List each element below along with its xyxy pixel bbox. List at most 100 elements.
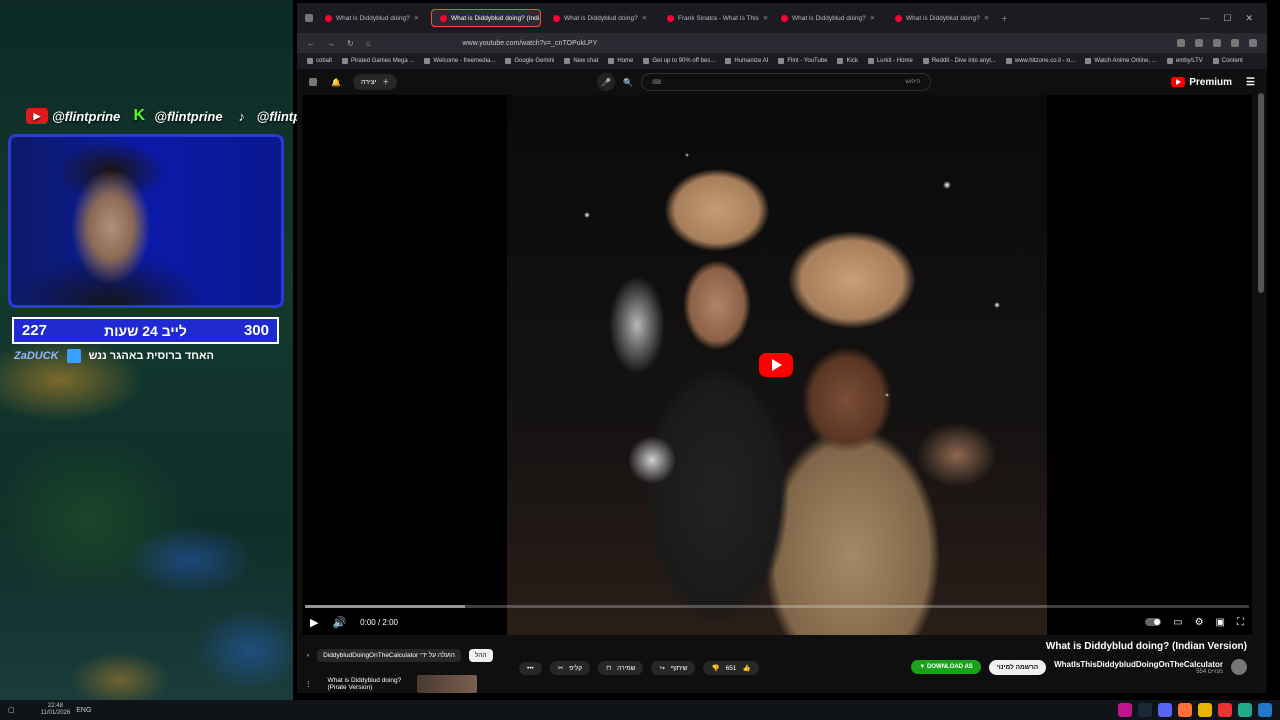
playlist-uploader-chip[interactable]: DiddybludDoingOnTheCalculator הועלה על י… [317, 649, 461, 662]
tab[interactable]: What is Diddyblud doing? ✕ [317, 9, 427, 27]
bookmark-label: Flint - YouTube [787, 58, 828, 64]
bookmark[interactable]: Pirated Games Mega ... [342, 58, 414, 64]
url-field[interactable]: www.youtube.com/watch?v=_cnTOPukLPY [463, 40, 598, 47]
clip-button[interactable]: ✂ קליפ [549, 661, 591, 675]
bookmark[interactable]: Home [608, 58, 633, 64]
bookmark[interactable]: cobalt [307, 58, 332, 64]
search-input[interactable]: ⌨ חיפוש [641, 73, 932, 91]
bookmark[interactable]: Flint - YouTube [778, 58, 827, 64]
bookmark-label: cobalt [316, 58, 333, 64]
bookmark[interactable]: Lurkit - Home [867, 58, 913, 64]
create-button[interactable]: יצירה ＋ [352, 74, 398, 90]
clock[interactable]: 22:48 11/01/2026 [41, 703, 71, 717]
bookmark[interactable]: Humanize AI [725, 58, 768, 64]
scrollbar-thumb[interactable] [1258, 93, 1264, 293]
extension-icon[interactable] [1231, 39, 1239, 47]
steam-icon[interactable] [1138, 703, 1152, 717]
bookmark[interactable]: New chat [564, 58, 598, 64]
youtube-logo[interactable]: Premium ☰ [1171, 77, 1255, 88]
extension-icon[interactable] [1195, 39, 1203, 47]
tab[interactable]: Frank Sinatra - What Is This ✕ [659, 9, 769, 27]
close-icon[interactable]: ✕ [414, 14, 419, 22]
stat-title: לייב 24 שעות [104, 322, 187, 339]
download-button[interactable]: ▼ DOWNLOAD AS [911, 660, 981, 674]
bell-icon[interactable]: 🔔 [331, 78, 341, 87]
extension-icon[interactable] [1177, 39, 1185, 47]
tab[interactable]: What is Diddyblud doing? ✕ [545, 9, 655, 27]
play-icon[interactable]: ▶ [310, 616, 318, 629]
bookmark[interactable]: Kick [837, 58, 858, 64]
next-video-item[interactable]: ⋮ What is Diddyblud doing? (Pirate Versi… [305, 675, 478, 693]
new-tab-icon[interactable]: ＋ [1001, 13, 1008, 23]
close-window-icon[interactable]: ✕ [1245, 13, 1253, 24]
search-icon[interactable]: 🔍 [623, 78, 633, 87]
playlist-chip[interactable]: ההל [468, 649, 493, 662]
play-button-large[interactable] [759, 353, 793, 377]
bookmark[interactable]: www.hitzone.co.il - מ... [1005, 58, 1075, 64]
close-icon[interactable]: ✕ [984, 14, 989, 22]
bookmark[interactable]: Watch Anime Online, ... [1085, 58, 1157, 64]
bookmark-label: Content [1221, 58, 1243, 64]
close-icon[interactable]: ✕ [642, 14, 647, 22]
page-scrollbar[interactable] [1257, 73, 1265, 693]
clock-date: 11/01/2026 [40, 710, 71, 716]
autoplay-toggle[interactable] [1145, 618, 1162, 626]
bookmark-favicon-icon [1085, 58, 1092, 64]
minimize-icon[interactable]: — [1200, 13, 1209, 24]
bookmark[interactable]: Get up to 90% off bes... [643, 58, 715, 64]
settings-icon[interactable]: ⚙ [1195, 617, 1204, 628]
app-icon[interactable] [1258, 703, 1272, 717]
tab-title: What is Diddyblud doing? [906, 14, 980, 22]
close-icon[interactable]: ✕ [763, 14, 768, 22]
bookmark[interactable]: Content [1212, 58, 1243, 64]
bookmark[interactable]: Reddit - Dive into anyt... [922, 58, 996, 64]
tab-active[interactable]: What is Diddyblud doing? (Indi ✕ [431, 9, 541, 27]
more-actions-button[interactable]: ••• [519, 661, 542, 675]
app-icon[interactable] [1238, 703, 1252, 717]
chevron-left-icon[interactable]: ‹ [307, 652, 309, 659]
tab[interactable]: What is Diddyblud doing? ✕ [773, 9, 883, 27]
save-button[interactable]: ⊓ שמירה [598, 661, 644, 675]
keyboard-icon[interactable]: ⌨ [652, 79, 661, 86]
extension-icon[interactable] [1213, 39, 1221, 47]
close-icon[interactable]: ✕ [870, 14, 875, 22]
channel-avatar[interactable] [1231, 659, 1247, 675]
menu-icon[interactable] [1249, 39, 1257, 47]
hamburger-menu-icon[interactable]: ☰ [1246, 77, 1255, 88]
discord-icon[interactable] [1158, 703, 1172, 717]
subtitles-icon[interactable]: ▭ [1173, 617, 1182, 628]
bookmark[interactable]: Welcome - freemedia... [424, 58, 495, 64]
video-player[interactable]: ▶ 🔊 0:00 / 2:00 ▭ ⚙ ▣ ⛶ [302, 95, 1252, 635]
language-indicator[interactable]: ENG [76, 707, 91, 714]
forward-icon[interactable]: → [327, 39, 335, 48]
account-avatar-icon[interactable] [309, 78, 317, 86]
create-label: יצירה [360, 78, 377, 86]
bookmark[interactable]: Google Gemini [505, 58, 554, 64]
bookmark[interactable]: emby/LTV [1166, 58, 1203, 64]
clock-time: 22:48 [47, 703, 63, 709]
fullscreen-icon[interactable]: ⛶ [1237, 617, 1244, 628]
dislike-icon[interactable]: 👎 [711, 664, 719, 672]
reload-icon[interactable]: ↻ [347, 39, 354, 48]
back-icon[interactable]: ← [307, 39, 315, 48]
next-video-thumbnail[interactable] [417, 675, 478, 693]
channel-name[interactable]: WhatIsThisDiddybludDoingOnTheCalculator [1054, 660, 1223, 669]
subscribe-button[interactable]: הרשמה למינוי [988, 659, 1047, 675]
tab[interactable]: What is Diddyblud doing? ✕ [887, 9, 997, 27]
video-title: What is Diddyblud doing? (Indian Version… [1045, 641, 1247, 652]
maximize-icon[interactable]: ☐ [1223, 13, 1231, 24]
theater-mode-icon[interactable]: ▣ [1216, 617, 1225, 628]
firefox-icon[interactable] [1178, 703, 1192, 717]
app-icon[interactable] [1118, 703, 1132, 717]
notifications-icon[interactable]: ▢ [8, 706, 15, 714]
home-icon[interactable]: ⌂ [366, 39, 371, 48]
microphone-icon[interactable]: 🎤 [597, 73, 616, 91]
share-button[interactable]: ↪ שיתוף [651, 661, 696, 675]
progress-bar[interactable] [305, 605, 1249, 608]
folder-icon[interactable] [1198, 703, 1212, 717]
volume-icon[interactable]: 🔊 [332, 616, 346, 629]
tab-list-icon[interactable] [305, 14, 313, 22]
chrome-icon[interactable] [1218, 703, 1232, 717]
like-icon[interactable]: 👍 [742, 664, 750, 672]
more-vert-icon[interactable]: ⋮ [305, 680, 312, 688]
